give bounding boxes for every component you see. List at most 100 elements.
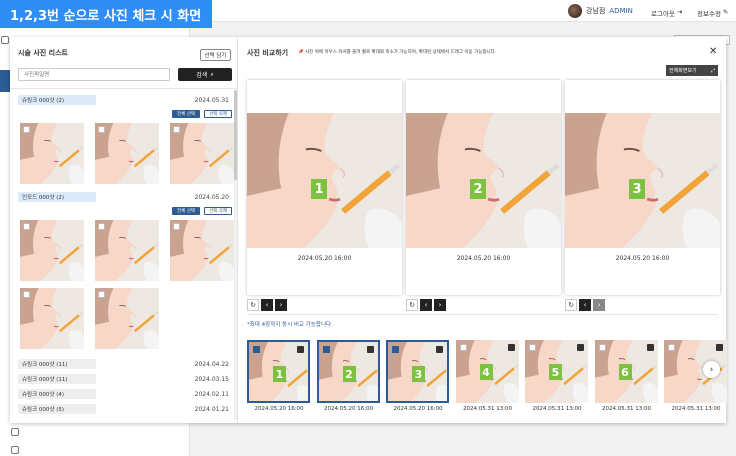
group-date: 2024.05.31 bbox=[194, 97, 229, 104]
strip-thumbnail[interactable]: 1 bbox=[247, 340, 310, 403]
user-info[interactable]: 강남점 ADMIN bbox=[568, 4, 633, 18]
delete-icon[interactable] bbox=[366, 346, 374, 353]
strip-checkbox[interactable] bbox=[459, 344, 467, 351]
strip-checkbox[interactable] bbox=[392, 346, 399, 353]
select-all-button[interactable]: 전체 선택 bbox=[172, 110, 200, 118]
rotate-icon[interactable]: ↻ bbox=[247, 299, 259, 311]
compare-card[interactable]: 1 2024.05.20 16:00 bbox=[247, 80, 402, 295]
search-input[interactable] bbox=[18, 68, 170, 81]
strip-thumbnail[interactable]: 6 bbox=[594, 340, 658, 403]
photo-checkbox[interactable] bbox=[173, 223, 180, 230]
history-date: 2024.03.15 bbox=[194, 376, 229, 383]
compare-card[interactable]: 2 2024.05.20 16:00 bbox=[406, 80, 561, 295]
history-group[interactable]: 슈링크 000샷 (11) bbox=[18, 359, 96, 369]
search-button-label: 검색 bbox=[196, 72, 208, 79]
group-header[interactable]: 인모드 000샷 (2) bbox=[18, 192, 96, 202]
photo-checkbox[interactable] bbox=[173, 126, 180, 133]
logout-button[interactable]: 로그아웃 ⇥ bbox=[651, 8, 682, 18]
photo-checkbox[interactable] bbox=[98, 223, 105, 230]
home-icon[interactable] bbox=[1, 36, 9, 44]
strip-date: 2024.05.31 13:00 bbox=[671, 406, 721, 412]
strip-date: 2024.05.31 13:00 bbox=[601, 406, 652, 412]
photo-thumbnail[interactable] bbox=[170, 123, 234, 184]
rotate-icon[interactable]: ↻ bbox=[406, 299, 418, 311]
photo-checkbox[interactable] bbox=[23, 223, 30, 230]
chevron-right-icon[interactable]: › bbox=[703, 361, 720, 378]
compare-note: 📌 사진 위에 마우스 커서를 올려 휠로 확대와 축소가 가능하며, 확대된 … bbox=[298, 50, 497, 55]
strip-thumbnail[interactable]: 2 bbox=[316, 340, 380, 403]
rotate-icon[interactable]: ↻ bbox=[565, 299, 577, 311]
chevron-left-icon[interactable]: ‹ bbox=[261, 299, 273, 311]
user-name: 강남점 bbox=[586, 7, 606, 15]
compare-card[interactable]: 3 2024.05.20 16:00 bbox=[565, 80, 720, 295]
photo-list-title: 시술 사진 리스트 bbox=[18, 49, 68, 57]
strip-number: 3 bbox=[412, 366, 425, 382]
delete-icon[interactable] bbox=[716, 344, 723, 351]
chevron-left-icon[interactable]: ‹ bbox=[420, 299, 432, 311]
history-date: 2024.01.21 bbox=[194, 406, 229, 413]
strip-checkbox[interactable] bbox=[668, 344, 675, 351]
strip-checkbox[interactable] bbox=[322, 346, 330, 353]
photo-compare-modal: 시술 사진 리스트 선택 담기 검색 ⌕ 슈링크 000샷 (2) 2024.0… bbox=[10, 37, 727, 423]
compare-controls: ↻ ‹ › bbox=[406, 299, 446, 311]
close-icon[interactable]: ✕ bbox=[709, 46, 717, 57]
strip-number: 5 bbox=[549, 364, 562, 380]
compare-photo[interactable]: 2 bbox=[406, 113, 561, 248]
rail-item-active[interactable] bbox=[0, 70, 10, 92]
logout-label: 로그아웃 bbox=[651, 10, 675, 18]
delete-icon[interactable] bbox=[507, 344, 515, 351]
photo-checkbox[interactable] bbox=[98, 291, 105, 298]
photo-thumbnail[interactable] bbox=[20, 123, 84, 184]
compare-photo[interactable]: 3 bbox=[565, 113, 720, 248]
chevron-right-icon[interactable]: › bbox=[593, 299, 605, 311]
strip-checkbox[interactable] bbox=[529, 344, 536, 351]
settings-icon[interactable] bbox=[11, 446, 19, 454]
delete-icon[interactable] bbox=[297, 346, 304, 353]
photo-checkbox[interactable] bbox=[23, 291, 30, 298]
group-header[interactable]: 슈링크 000샷 (2) bbox=[18, 95, 96, 105]
strip-number: 2 bbox=[342, 366, 356, 382]
chevron-right-icon[interactable]: › bbox=[434, 299, 446, 311]
delete-icon[interactable] bbox=[646, 344, 654, 351]
compare-photo[interactable]: 1 bbox=[247, 113, 402, 248]
scrollbar-thumb[interactable] bbox=[234, 90, 237, 180]
photo-checkbox[interactable] bbox=[98, 126, 105, 133]
photo-checkbox[interactable] bbox=[23, 126, 30, 133]
sitemap-icon[interactable] bbox=[11, 428, 19, 436]
strip-thumbnail[interactable]: 3 bbox=[386, 340, 449, 403]
history-group[interactable]: 슈링크 000샷 (4) bbox=[18, 389, 96, 399]
photo-thumbnail[interactable] bbox=[20, 288, 84, 349]
chevron-left-icon[interactable]: ‹ bbox=[579, 299, 591, 311]
edit-icon: ✎ bbox=[722, 8, 729, 16]
myinfo-button[interactable]: 정보수정 ✎ bbox=[697, 8, 728, 18]
delete-icon[interactable] bbox=[577, 344, 584, 351]
logout-icon: ⇥ bbox=[676, 8, 683, 16]
fullscreen-button[interactable]: 전체화면보기 ⤢ bbox=[666, 65, 718, 76]
select-delete-button[interactable]: 선택 삭제 bbox=[204, 207, 232, 215]
select-all-button[interactable]: 전체 선택 bbox=[172, 207, 200, 215]
max-compare-note: *최대 4장까지 동시 비교 가능합니다. bbox=[247, 322, 333, 328]
search-button[interactable]: 검색 ⌕ bbox=[178, 68, 232, 81]
history-group[interactable]: 슈링크 000샷 (11) bbox=[18, 374, 96, 384]
photo-thumbnail[interactable] bbox=[170, 220, 234, 281]
strip-checkbox[interactable] bbox=[253, 346, 260, 353]
chevron-right-icon[interactable]: › bbox=[275, 299, 287, 311]
avatar bbox=[568, 4, 582, 18]
strip-number: 1 bbox=[273, 366, 286, 382]
photo-thumbnail[interactable] bbox=[20, 220, 84, 281]
strip-thumbnail[interactable]: 4 bbox=[455, 340, 519, 403]
select-delete-button[interactable]: 선택 삭제 bbox=[204, 110, 232, 118]
expand-icon: ⤢ bbox=[710, 67, 715, 74]
strip-checkbox[interactable] bbox=[598, 344, 606, 351]
delete-icon[interactable] bbox=[436, 346, 443, 353]
history-group[interactable]: 슈링크 000샷 (5) bbox=[18, 404, 96, 414]
strip-thumbnail[interactable]: 5 bbox=[525, 340, 588, 403]
photo-thumbnail[interactable] bbox=[95, 288, 159, 349]
user-role: ADMIN bbox=[609, 7, 633, 15]
photo-thumbnail[interactable] bbox=[95, 123, 159, 184]
compare-controls: ↻ ‹ › bbox=[565, 299, 605, 311]
divider bbox=[247, 314, 718, 315]
select-add-button[interactable]: 선택 담기 bbox=[200, 49, 231, 61]
photo-thumbnail[interactable] bbox=[95, 220, 159, 281]
strip-number: 4 bbox=[479, 364, 493, 380]
